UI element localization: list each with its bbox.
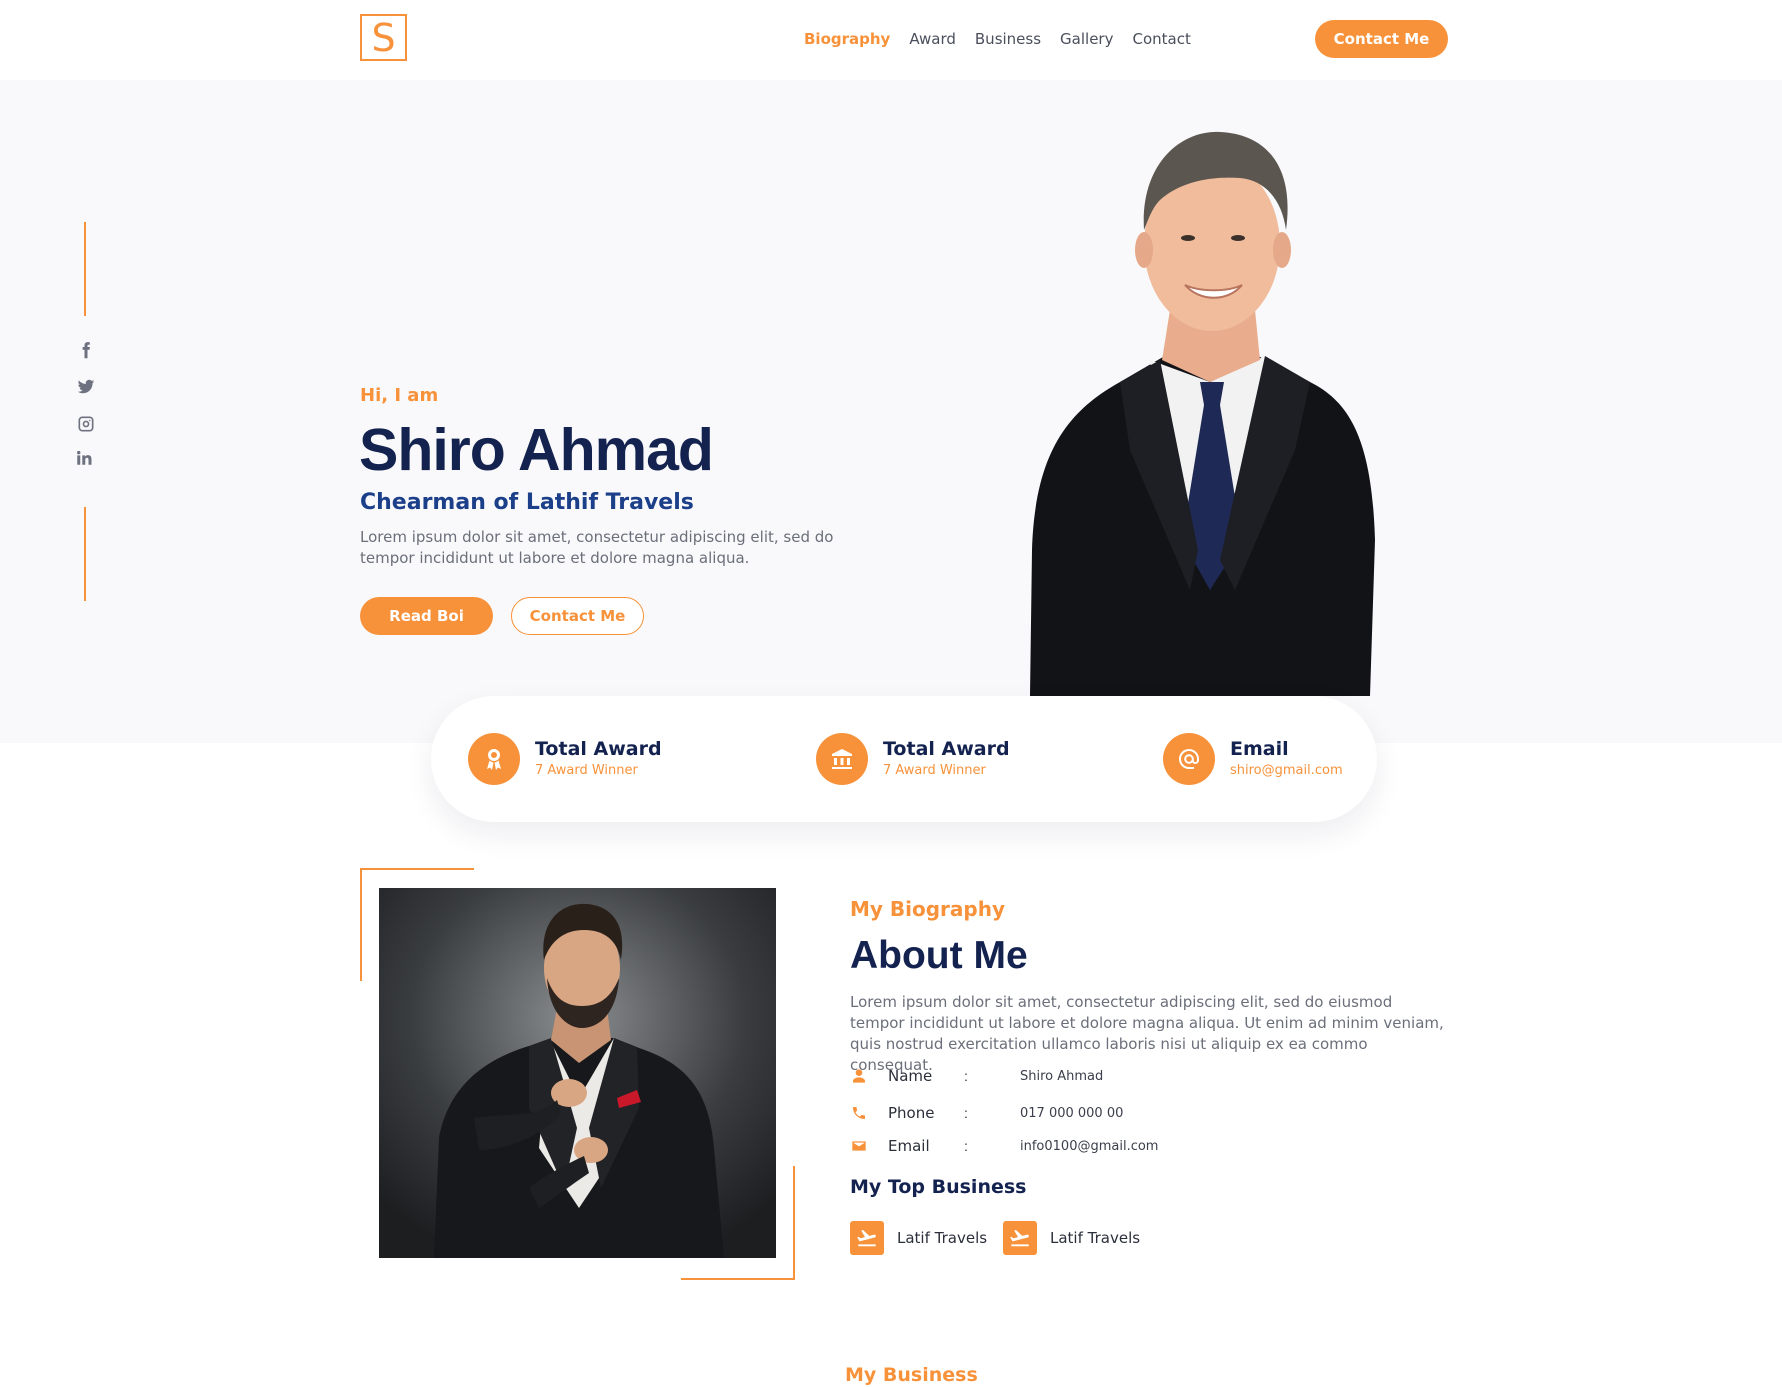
social-divider-top	[84, 222, 86, 316]
facebook-icon[interactable]	[74, 338, 98, 362]
nav-item-biography[interactable]: Biography	[804, 30, 890, 48]
about-eyebrow: My Biography	[850, 897, 1006, 921]
hero-name: Shiro Ahmad	[359, 417, 714, 483]
info-separator: :	[964, 1068, 968, 1084]
info-separator: :	[964, 1105, 968, 1121]
stat-title: Total Award	[883, 738, 1010, 760]
stat-email[interactable]: shiro@gmail.com	[1230, 763, 1343, 778]
nav-item-award[interactable]: Award	[909, 30, 956, 48]
read-bio-button[interactable]: Read Boi	[360, 597, 493, 635]
hero-greeting: Hi, I am	[360, 385, 439, 406]
mail-icon	[850, 1137, 868, 1155]
hero-portrait	[1030, 131, 1375, 696]
social-divider-bottom	[84, 507, 86, 601]
business-item[interactable]: Latif Travels	[850, 1221, 987, 1255]
linkedin-icon[interactable]	[72, 446, 96, 470]
about-title: About Me	[850, 934, 1028, 977]
instagram-icon[interactable]	[74, 412, 98, 436]
main-nav: Biography Award Business Gallery Contact	[804, 30, 1191, 48]
stat-subtitle: 7 Award Winner	[883, 763, 986, 778]
business-item[interactable]: Latif Travels	[1003, 1221, 1140, 1255]
hero-role: Chearman of Lathif Travels	[360, 490, 694, 515]
my-business-eyebrow: My Business	[845, 1364, 978, 1386]
stat-title: Total Award	[535, 738, 662, 760]
stats-card: Total Award 7 Award Winner Total Award 7…	[431, 696, 1377, 822]
info-row-email: Email : info0100@gmail.com	[850, 1137, 1158, 1155]
top-business-title: My Top Business	[850, 1176, 1027, 1198]
info-label: Email	[888, 1137, 930, 1155]
user-icon	[850, 1067, 868, 1085]
info-email-value[interactable]: info0100@gmail.com	[1020, 1139, 1158, 1154]
info-row-name: Name : Shiro Ahmad	[850, 1067, 1103, 1085]
stat-item: Email shiro@gmail.com	[1163, 733, 1343, 785]
hero-description: Lorem ipsum dolor sit amet, consectetur …	[360, 528, 834, 567]
about-photo	[379, 888, 776, 1258]
hero-section: Hi, I am Shiro Ahmad Chearman of Lathif …	[0, 80, 1782, 743]
hero-contact-button[interactable]: Contact Me	[511, 597, 644, 635]
header-contact-button[interactable]: Contact Me	[1315, 20, 1448, 58]
info-value: Shiro Ahmad	[1020, 1068, 1104, 1084]
logo[interactable]: S	[360, 14, 407, 61]
site-header: S Biography Award Business Gallery Conta…	[0, 0, 1782, 80]
nav-item-business[interactable]: Business	[975, 30, 1041, 48]
phone-icon	[850, 1104, 868, 1122]
plane-takeoff-icon	[1003, 1221, 1037, 1255]
bank-icon	[816, 733, 868, 785]
stat-item: Total Award 7 Award Winner	[816, 733, 1010, 785]
info-separator: :	[964, 1138, 968, 1154]
nav-item-contact[interactable]: Contact	[1132, 30, 1190, 48]
business-label: Latif Travels	[1050, 1229, 1141, 1247]
nav-item-gallery[interactable]: Gallery	[1060, 30, 1113, 48]
business-label: Latif Travels	[897, 1229, 988, 1247]
award-icon	[468, 733, 520, 785]
at-sign-icon	[1163, 733, 1215, 785]
info-value: 017 000 000 00	[1020, 1105, 1124, 1121]
twitter-icon[interactable]	[74, 375, 98, 399]
about-description: Lorem ipsum dolor sit amet, consectetur …	[850, 993, 1444, 1074]
stat-subtitle: 7 Award Winner	[535, 763, 638, 778]
plane-takeoff-icon	[850, 1221, 884, 1255]
stat-item: Total Award 7 Award Winner	[468, 733, 662, 785]
stat-title: Email	[1230, 738, 1289, 760]
info-row-phone: Phone : 017 000 000 00	[850, 1104, 1123, 1122]
info-label: Name	[888, 1067, 933, 1085]
info-label: Phone	[888, 1104, 935, 1122]
